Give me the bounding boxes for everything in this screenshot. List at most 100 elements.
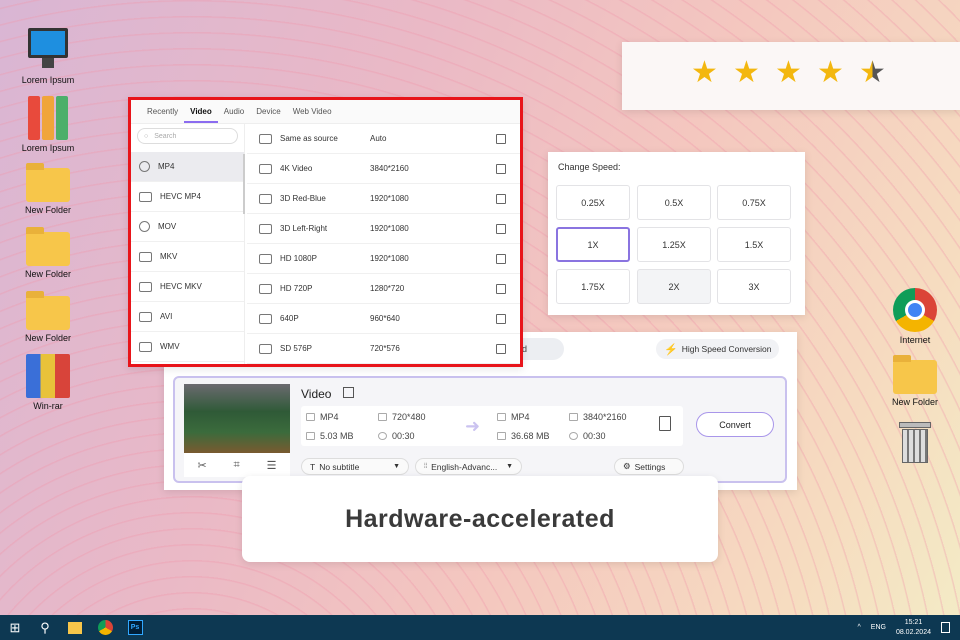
- edit-icon[interactable]: [496, 163, 506, 174]
- subtitle-dropdown[interactable]: T No subtitle ▼: [301, 458, 409, 475]
- preset-row[interactable]: 4K Video 3840*2160: [247, 154, 520, 184]
- windows-start-icon[interactable]: ⊞: [0, 615, 30, 640]
- speed-option[interactable]: 2X: [637, 269, 711, 304]
- desktop-icon-internet[interactable]: Internet: [880, 288, 950, 345]
- tab-audio[interactable]: Audio: [218, 100, 250, 123]
- photoshop-icon[interactable]: Ps: [120, 615, 150, 640]
- preset-row[interactable]: SD 576P 720*576: [247, 334, 520, 364]
- audio-dropdown[interactable]: ⦙⦙ English-Advanc... ▼: [415, 458, 522, 475]
- desktop-icon-folder[interactable]: New Folder: [13, 224, 83, 279]
- scrollbar[interactable]: [243, 154, 245, 214]
- desktop-icon-folder[interactable]: New Folder: [13, 288, 83, 343]
- folder-icon: [26, 227, 70, 266]
- audio-value: English-Advanc...: [431, 461, 498, 472]
- hevc-icon: [139, 281, 152, 292]
- edit-icon[interactable]: [496, 193, 506, 204]
- source-duration: 00:30: [392, 431, 415, 441]
- tab-recently[interactable]: Recently: [141, 100, 184, 123]
- resolution-icon: [569, 413, 578, 421]
- video-icon: [259, 253, 272, 264]
- icon-label: New Folder: [891, 397, 938, 407]
- format-item-avi[interactable]: AVI: [131, 302, 244, 332]
- preset-row[interactable]: Same as source Auto: [247, 124, 520, 154]
- change-speed-panel: Change Speed: 0.25X 0.5X 0.75X 1X 1.25X …: [548, 152, 805, 315]
- trash-icon: [899, 420, 931, 464]
- chrome-icon[interactable]: [90, 615, 120, 640]
- crop-icon[interactable]: ⌗: [234, 459, 240, 472]
- chevron-up-icon[interactable]: ^: [857, 624, 860, 631]
- edit-icon[interactable]: [496, 223, 506, 234]
- format-label: MP4: [158, 162, 175, 171]
- chevron-down-icon: ▼: [506, 463, 513, 470]
- folder-icon: [893, 355, 937, 394]
- desktop-icon-computer[interactable]: Lorem Ipsum: [13, 28, 83, 85]
- desktop-icon-trash[interactable]: [880, 420, 950, 467]
- video-icon: [259, 313, 272, 324]
- folder-icon: [26, 291, 70, 330]
- edit-icon[interactable]: [496, 343, 506, 354]
- star-icon: ★: [817, 56, 844, 89]
- effects-icon[interactable]: ☰: [267, 459, 277, 472]
- target-duration: 00:30: [583, 431, 606, 441]
- desktop-icon-winrar[interactable]: Win-rar: [13, 354, 83, 411]
- edit-icon[interactable]: [496, 133, 506, 144]
- edit-title-icon[interactable]: [343, 387, 354, 398]
- arrow-right-icon: ➜: [465, 416, 481, 436]
- edit-icon[interactable]: [496, 253, 506, 264]
- speed-option[interactable]: 1.75X: [556, 269, 630, 304]
- speed-option[interactable]: 1.25X: [637, 227, 711, 262]
- preset-row[interactable]: 640P 960*640: [247, 304, 520, 334]
- icon-label: New Folder: [24, 333, 71, 343]
- format-list: ○ Search MP4 HEVC MP4 MOV MKV HEVC MKV AV…: [131, 124, 245, 364]
- high-speed-conversion-button[interactable]: ⚡ High Speed Conversion: [656, 339, 780, 359]
- settings-button[interactable]: ⚙ Settings: [614, 458, 684, 475]
- format-item-mkv[interactable]: MKV: [131, 242, 244, 272]
- notification-icon[interactable]: [941, 622, 950, 633]
- format-item-hevc-mp4[interactable]: HEVC MP4: [131, 182, 244, 212]
- preset-row[interactable]: HD 720P 1280*720: [247, 274, 520, 304]
- format-item-wmv[interactable]: WMV: [131, 332, 244, 362]
- winrar-icon: [26, 354, 70, 398]
- preset-resolution: 720*576: [370, 344, 400, 353]
- preset-row[interactable]: HD 1080P 1920*1080: [247, 244, 520, 274]
- settings-label: Settings: [634, 461, 666, 472]
- format-item-mp4[interactable]: MP4: [131, 152, 244, 182]
- preset-name: 3D Left-Right: [280, 224, 328, 233]
- desktop-icon-folder[interactable]: New Folder: [880, 352, 950, 407]
- search-icon[interactable]: ⚲: [30, 615, 60, 640]
- file-explorer-icon[interactable]: [60, 615, 90, 640]
- preset-row[interactable]: 3D Red-Blue 1920*1080: [247, 184, 520, 214]
- search-input[interactable]: ○ Search: [137, 128, 238, 144]
- video-icon: [497, 413, 506, 421]
- output-settings-icon[interactable]: [659, 416, 671, 431]
- scissors-icon[interactable]: ✂: [197, 459, 206, 472]
- convert-button[interactable]: Convert: [696, 412, 774, 437]
- format-label: HEVC MKV: [160, 282, 202, 291]
- desktop-icon-folder[interactable]: New Folder: [13, 160, 83, 215]
- speed-option[interactable]: 3X: [717, 269, 791, 304]
- preset-row[interactable]: 3D Left-Right 1920*1080: [247, 214, 520, 244]
- preset-name: HD 720P: [280, 284, 313, 293]
- video-icon: [306, 413, 315, 421]
- chrome-icon: [893, 288, 937, 332]
- tab-web-video[interactable]: Web Video: [287, 100, 338, 123]
- speed-option[interactable]: 1.5X: [717, 227, 791, 262]
- video-icon: [259, 163, 272, 174]
- edit-icon[interactable]: [496, 313, 506, 324]
- format-label: AVI: [160, 312, 173, 321]
- format-item-hevc-mkv[interactable]: HEVC MKV: [131, 272, 244, 302]
- speed-option[interactable]: 0.25X: [556, 185, 630, 220]
- tab-device[interactable]: Device: [250, 100, 286, 123]
- speed-option[interactable]: 0.75X: [717, 185, 791, 220]
- format-item-mov[interactable]: MOV: [131, 212, 244, 242]
- clock[interactable]: 15:21 08.02.2024: [896, 618, 931, 638]
- speed-option-selected[interactable]: 1X: [556, 227, 630, 262]
- speed-option[interactable]: 0.5X: [637, 185, 711, 220]
- language-indicator[interactable]: ENG: [871, 624, 886, 631]
- tab-video[interactable]: Video: [184, 100, 218, 123]
- desktop-icon-binders[interactable]: Lorem Ipsum: [13, 96, 83, 153]
- format-label: MOV: [158, 222, 177, 231]
- target-format[interactable]: MP4: [511, 412, 530, 422]
- edit-icon[interactable]: [496, 283, 506, 294]
- icon-label: Lorem Ipsum: [21, 75, 75, 85]
